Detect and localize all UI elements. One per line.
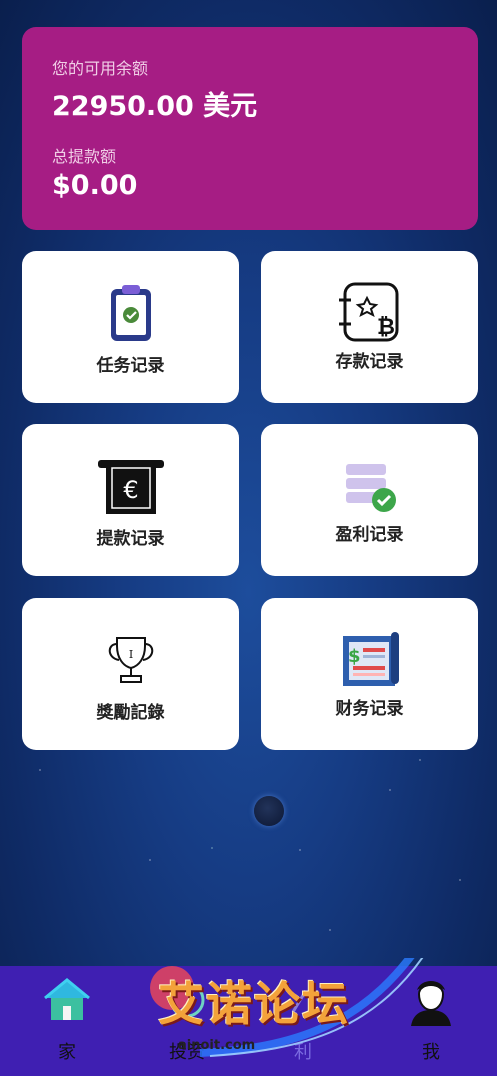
trophy-icon: I — [96, 628, 166, 692]
database-check-icon — [335, 454, 405, 518]
total-withdrawn-value: $0.00 — [52, 170, 138, 201]
user-avatar-icon — [405, 974, 457, 1026]
tile-label: 盈利记录 — [335, 525, 404, 545]
profit-icon — [277, 974, 329, 1026]
tile-label: 财务记录 — [335, 699, 404, 719]
clipboard-check-icon — [96, 281, 166, 345]
decorative-orb — [254, 796, 284, 826]
finance-records-tile[interactable]: $ 财务记录 — [261, 598, 478, 750]
invest-icon — [161, 974, 213, 1026]
deposit-records-tile[interactable]: ₿ 存款记录 — [261, 251, 478, 403]
nav-home[interactable]: 家 — [17, 966, 117, 1076]
nav-profit[interactable]: 利 — [253, 966, 353, 1076]
home-icon — [41, 974, 93, 1026]
tile-label: 獎勵記錄 — [96, 703, 165, 723]
nav-label: 利 — [294, 1042, 312, 1063]
balance-card: 您的可用余额 22950.00 美元 总提款额 $0.00 — [22, 27, 478, 230]
total-withdrawn-label: 总提款额 — [52, 147, 117, 166]
svg-text:$: $ — [348, 646, 361, 667]
nav-invest[interactable]: 投资 — [137, 966, 237, 1076]
finance-report-icon: $ — [335, 628, 405, 692]
nav-me[interactable]: 我 — [381, 966, 481, 1076]
withdrawal-records-tile[interactable]: € 提款记录 — [22, 424, 239, 576]
svg-text:I: I — [128, 648, 132, 661]
available-balance-value: 22950.00 美元 — [52, 91, 258, 122]
tile-label: 存款记录 — [335, 352, 404, 372]
nav-label: 投资 — [169, 1042, 205, 1063]
bottom-navigation: 家 投资 利 我 — [0, 966, 497, 1076]
tile-label: 提款记录 — [96, 529, 165, 549]
crypto-deposit-icon: ₿ — [335, 281, 405, 345]
euro-receipt-icon: € — [96, 454, 166, 518]
profit-records-tile[interactable]: 盈利记录 — [261, 424, 478, 576]
task-records-tile[interactable]: 任务记录 — [22, 251, 239, 403]
svg-text:₿: ₿ — [377, 315, 395, 340]
available-balance-label: 您的可用余额 — [52, 59, 149, 78]
tile-label: 任务记录 — [96, 356, 165, 376]
svg-text:€: € — [123, 476, 138, 504]
nav-label: 家 — [58, 1042, 76, 1063]
nav-label: 我 — [422, 1042, 440, 1063]
reward-records-tile[interactable]: I 獎勵記錄 — [22, 598, 239, 750]
